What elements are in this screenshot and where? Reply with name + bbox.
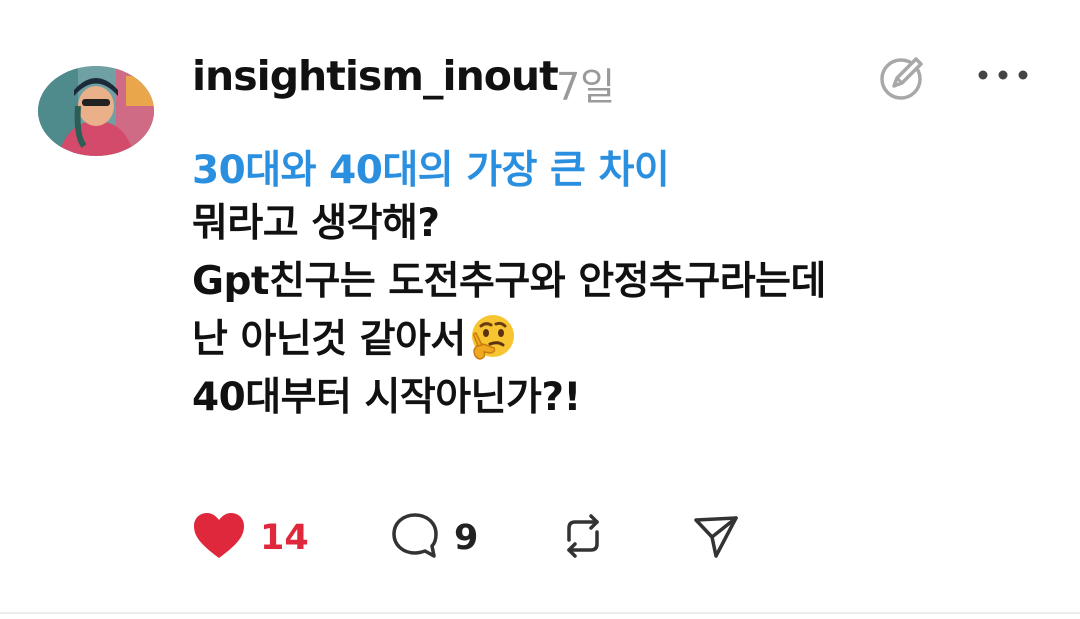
post-body: 뭐라고 생각해? Gpt친구는 도전추구와 안정추구라는데 난 아닌것 같아서 … — [192, 195, 1052, 427]
thread-post: insightism_inout 7일 30대와 40대의 가장 큰 차이 뭐라… — [0, 0, 1080, 612]
like-count: 14 — [260, 518, 309, 558]
like-button[interactable]: 14 — [192, 510, 309, 566]
repost-icon[interactable] — [559, 512, 607, 564]
post-divider — [0, 612, 1080, 614]
post-line-3-wrap: 난 아닌것 같아서 — [192, 311, 1052, 369]
comment-button[interactable]: 9 — [390, 510, 478, 566]
post-line-2: Gpt친구는 도전추구와 안정추구라는데 — [192, 259, 826, 304]
post-line-3: 난 아닌것 같아서 — [192, 317, 466, 362]
share-button[interactable] — [692, 510, 740, 566]
post-topic[interactable]: 30대와 40대의 가장 큰 차이 — [192, 139, 670, 195]
post-line-4: 40대부터 시작아닌가?! — [192, 375, 581, 420]
post-line-1: 뭐라고 생각해? — [192, 201, 440, 246]
avatar[interactable] — [38, 66, 154, 156]
repost-button[interactable] — [559, 510, 607, 566]
username[interactable]: insightism_inout — [192, 52, 559, 100]
action-bar: 14 9 — [192, 510, 792, 566]
edit-icon[interactable] — [876, 50, 930, 104]
comment-icon[interactable] — [390, 511, 440, 565]
post-timestamp: 7일 — [556, 65, 616, 109]
heart-icon[interactable] — [192, 512, 246, 564]
comment-count: 9 — [454, 518, 479, 558]
share-icon[interactable] — [692, 512, 740, 564]
more-icon[interactable] — [975, 55, 1031, 95]
